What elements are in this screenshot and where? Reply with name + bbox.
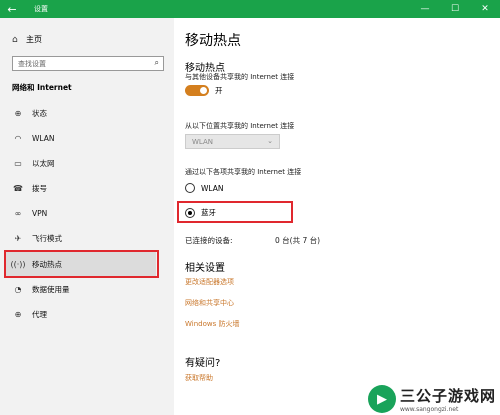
sidebar-item-label: 以太网 — [32, 158, 55, 168]
radio-wlan[interactable]: WLAN — [185, 183, 224, 193]
ethernet-icon: ▭ — [14, 158, 22, 168]
watermark-logo-icon: ▶ — [367, 385, 396, 413]
section-title: 网络和 Internet — [12, 83, 72, 92]
maximize-icon[interactable]: ☐ — [440, 0, 470, 18]
connected-devices-label: 已连接的设备: — [185, 236, 233, 245]
sidebar-item-label: 代理 — [32, 309, 47, 319]
vpn-icon: ∞ — [14, 208, 22, 218]
globe-icon: ⊕ — [14, 108, 22, 118]
main-content: 移动热点 移动热点 与其他设备共享我的 Internet 连接 开 从以下位置共… — [174, 18, 500, 415]
globe-icon: ⊕ — [14, 309, 22, 319]
sidebar-item-status[interactable]: ⊕ 状态 — [6, 100, 156, 126]
share-over-label: 通过以下各项共享我的 Internet 连接 — [185, 168, 302, 176]
sidebar-item-label: VPN — [32, 208, 48, 218]
share-from-select[interactable]: WLAN ⌄ — [185, 134, 280, 149]
sidebar-item-vpn[interactable]: ∞ VPN — [6, 200, 156, 226]
highlight-box-hotspot — [4, 250, 159, 278]
sidebar: ⌂ 主页 查找设置 ⌕ 网络和 Internet ⊕ 状态 ◠ WLAN ▭ 以… — [0, 18, 174, 415]
page-title: 移动热点 — [185, 33, 241, 49]
back-arrow-icon[interactable]: ← — [0, 0, 24, 18]
data-usage-icon: ◔ — [14, 284, 22, 294]
sidebar-item-wlan[interactable]: ◠ WLAN — [6, 125, 156, 151]
home-icon: ⌂ — [12, 34, 18, 45]
chevron-down-icon: ⌄ — [267, 137, 273, 145]
radio-button[interactable] — [185, 183, 195, 193]
hotspot-toggle[interactable] — [185, 85, 209, 96]
radio-label: WLAN — [201, 183, 224, 193]
share-from-label: 从以下位置共享我的 Internet 连接 — [185, 122, 295, 130]
search-placeholder: 查找设置 — [18, 59, 46, 68]
watermark: ▶ 三公子游戏网 www.sangongzi.net — [367, 385, 496, 413]
toggle-state-label: 开 — [215, 86, 223, 95]
sidebar-item-data-usage[interactable]: ◔ 数据使用量 — [6, 276, 156, 302]
phone-icon: ☎ — [13, 183, 23, 193]
sidebar-item-label: 拨号 — [32, 183, 47, 193]
wifi-icon: ◠ — [14, 133, 22, 143]
sidebar-item-label: 飞行模式 — [32, 233, 62, 243]
connected-devices-value: 0 台(共 7 台) — [275, 236, 321, 245]
sidebar-item-airplane[interactable]: ✈ 飞行模式 — [6, 225, 156, 251]
minimize-icon[interactable]: — — [410, 0, 440, 18]
sidebar-item-label: 状态 — [32, 108, 47, 118]
highlight-box-bluetooth — [177, 201, 293, 223]
search-icon[interactable]: ⌕ — [155, 58, 159, 68]
close-icon[interactable]: ✕ — [470, 0, 500, 18]
watermark-title: 三公子游戏网 — [399, 387, 496, 405]
link-get-help[interactable]: 获取帮助 — [185, 373, 213, 383]
watermark-url: www.sangongzi.net — [399, 406, 459, 413]
link-network-sharing-center[interactable]: 网络和共享中心 — [185, 298, 234, 308]
title-bar: ← 设置 — ☐ ✕ — [0, 0, 500, 18]
sidebar-item-proxy[interactable]: ⊕ 代理 — [6, 301, 156, 327]
search-input[interactable]: 查找设置 ⌕ — [12, 56, 164, 71]
home-link[interactable]: ⌂ 主页 — [12, 34, 42, 45]
home-label: 主页 — [26, 35, 42, 44]
sidebar-item-label: 数据使用量 — [32, 284, 70, 294]
help-heading: 有疑问? — [185, 358, 221, 369]
link-adapter-options[interactable]: 更改适配器选项 — [185, 277, 234, 287]
airplane-icon: ✈ — [14, 233, 22, 243]
sidebar-item-label: WLAN — [32, 133, 55, 143]
window-title: 设置 — [34, 5, 48, 13]
sidebar-item-dialup[interactable]: ☎ 拨号 — [6, 175, 156, 201]
sidebar-item-ethernet[interactable]: ▭ 以太网 — [6, 150, 156, 176]
related-settings-heading: 相关设置 — [185, 263, 225, 274]
share-description: 与其他设备共享我的 Internet 连接 — [185, 73, 295, 81]
share-from-value: WLAN — [192, 137, 214, 146]
link-windows-firewall[interactable]: Windows 防火墙 — [185, 319, 239, 329]
window-controls: — ☐ ✕ — [410, 0, 500, 18]
